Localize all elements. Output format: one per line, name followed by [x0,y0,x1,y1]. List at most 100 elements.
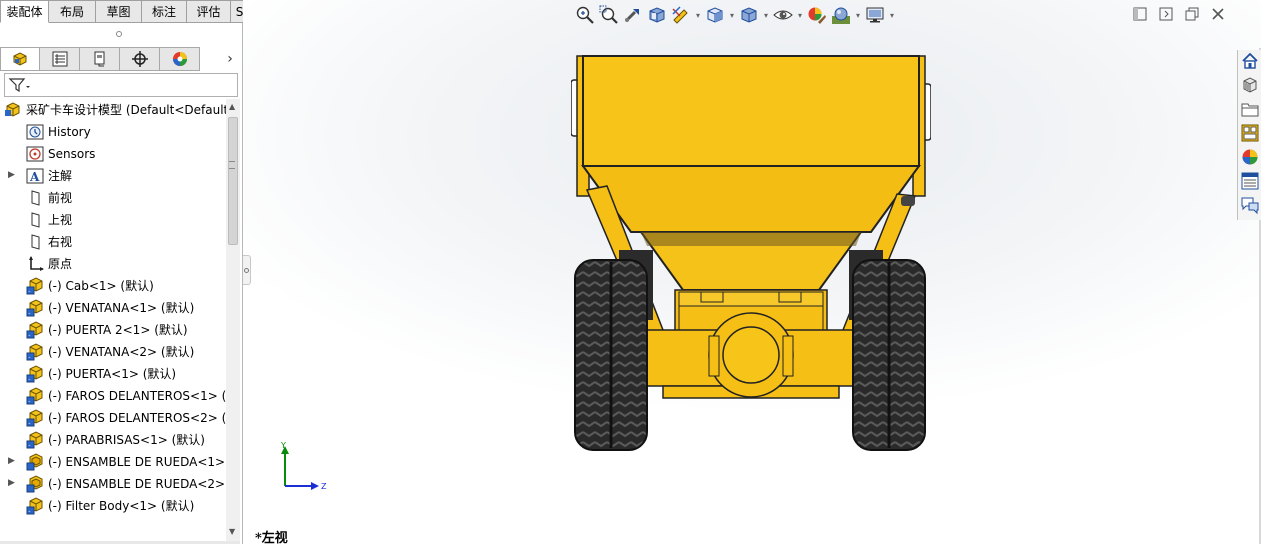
restore-button[interactable] [1179,5,1205,25]
dropdown-arrow-icon[interactable]: ▾ [727,5,737,27]
tree-scrollbar[interactable]: ▲ ▼ [226,99,240,541]
dropdown-arrow-icon[interactable]: ▾ [795,5,805,27]
dropdown-arrow-icon[interactable]: ▾ [887,5,897,27]
panel-collapse-handle[interactable] [243,255,251,285]
restore-left-button[interactable] [1127,5,1153,25]
dropdown-arrow-icon[interactable]: ▾ [853,5,863,27]
view-orientation-button[interactable] [703,5,727,27]
tree-node-6[interactable]: 原点 [0,253,226,275]
zoom-to-area-button[interactable] [597,5,621,27]
file-explorer-tab[interactable] [1240,100,1260,120]
tree-node-9[interactable]: - (-) PUERTA 2<1> (默认) [0,319,226,341]
svg-text:-: - [28,508,30,515]
tree-node-0[interactable]: History [0,121,226,143]
tree-node-10[interactable]: - (-) VENATANA<2> (默认) [0,341,226,363]
tree-node-13[interactable]: - (-) FAROS DELANTEROS<2> (默 [0,407,226,429]
hide-show-button[interactable] [771,5,795,27]
dynamic-annotation-button[interactable] [669,5,693,27]
tree-node-3[interactable]: 前视 [0,187,226,209]
featuremanager-tab[interactable] [0,47,40,71]
command-tab-4[interactable]: 评估 [187,0,231,23]
dimxpert-tab[interactable] [120,47,160,71]
tree-node-label: 上视 [48,213,73,227]
z-arrow [311,482,319,490]
root-icon [4,101,22,119]
tree-node-label: (-) FAROS DELANTEROS<2> (默 [48,411,226,425]
configurationmanager-tab[interactable] [80,47,120,71]
left-panel: › 采矿卡车设计模型 (Default<Default History Sensor… [0,23,243,544]
custom-properties-tab[interactable] [1240,172,1260,192]
tree-node-label: (-) ENSAMBLE DE RUEDA<2> [48,477,226,491]
tree-node-5[interactable]: 右视 [0,231,226,253]
section-view-button[interactable] [645,5,669,27]
panel-grip[interactable] [0,23,243,45]
part-icon: - [26,365,44,383]
view-settings-button[interactable] [863,5,887,27]
featuremanager-icon [13,52,27,66]
svg-text:-: - [28,420,30,427]
tree-node-11[interactable]: - (-) PUERTA<1> (默认) [0,363,226,385]
mining-truck-model[interactable] [571,50,931,455]
file-explorer-icon [1241,100,1259,121]
expand-arrow-icon[interactable]: ▶ [8,456,16,466]
tree-node-8[interactable]: - (-) VENATANA<1> (默认) [0,297,226,319]
diff-flange-left [708,335,720,377]
command-tab-1[interactable]: 布局 [49,0,96,23]
part-icon: - [26,497,44,515]
forum-tab[interactable] [1240,196,1260,216]
zoom-to-fit-button[interactable] [573,5,597,27]
tree-node-label: (-) ENSAMBLE DE RUEDA<1> [48,455,226,469]
tree-node-label: (-) FAROS DELANTEROS<1> (默 [48,389,226,403]
view-orientation-label: *左视 [255,531,288,544]
configurationmanager-icon [94,51,104,67]
forum-icon [1241,196,1259,217]
previous-view-button[interactable] [621,5,645,27]
tree-node-label: History [48,125,91,139]
tree-node-12[interactable]: - (-) FAROS DELANTEROS<1> (默 [0,385,226,407]
tree-node-14[interactable]: - (-) PARABRISAS<1> (默认) [0,429,226,451]
command-tab-2[interactable]: 草图 [96,0,142,23]
origin-icon [26,255,44,273]
tree-node-root[interactable]: 采矿卡车设计模型 (Default<Default [0,99,226,121]
solidworks-window: 装配体布局草图标注评估SOLIDWORKS 插件MBD [0,0,1261,544]
y-axis-label: Y [280,441,286,450]
tree-node-4[interactable]: 上视 [0,209,226,231]
svg-text:-: - [28,376,30,383]
display-manager-tab[interactable] [160,47,200,71]
tree-node-15[interactable]: ▶ (-) ENSAMBLE DE RUEDA<1> [0,451,226,473]
svg-text:-: - [28,288,30,295]
tree-node-16[interactable]: ▶ (-) ENSAMBLE DE RUEDA<2> [0,473,226,495]
restore-icon [1185,7,1199,24]
dropdown-arrow-icon[interactable]: ▾ [693,5,703,27]
home-tab[interactable] [1240,52,1260,72]
apply-scene-button[interactable] [829,5,853,27]
part-icon: - [26,321,44,339]
graphics-area[interactable]: ▾ ▾ ▾ ▾ ▾ ▾ Y Z *左视 [243,0,1261,544]
more-tabs-button[interactable]: › [222,50,238,68]
expand-arrow-icon[interactable]: ▶ [8,478,16,488]
plane-icon [26,189,44,207]
expand-arrow-icon[interactable]: ▶ [8,170,16,180]
tree-node-17[interactable]: - (-) Filter Body<1> (默认) [0,495,226,517]
propertymanager-tab[interactable] [40,47,80,71]
tree-filter[interactable] [4,73,238,97]
display-style-button[interactable] [737,5,761,27]
appearances-tab[interactable] [1240,148,1260,168]
dropdown-arrow-icon[interactable]: ▾ [761,5,771,27]
command-tab-0[interactable]: 装配体 [0,0,49,23]
tree-node-7[interactable]: - (-) Cab<1> (默认) [0,275,226,297]
tree-node-1[interactable]: Sensors [0,143,226,165]
edit-appearance-button[interactable] [805,5,829,27]
scroll-down-arrow[interactable]: ▼ [229,527,235,536]
scroll-thumb[interactable] [228,117,238,245]
scroll-up-arrow[interactable]: ▲ [229,102,235,111]
view-palette-tab[interactable] [1240,124,1260,144]
tree-node-2[interactable]: ▶ A 注解 [0,165,226,187]
task-pane-tabs [1237,50,1261,220]
dump-body [582,55,920,167]
close-button[interactable] [1205,5,1231,25]
command-tab-3[interactable]: 标注 [142,0,187,23]
restore-right-button[interactable] [1153,5,1179,25]
design-library-tab[interactable] [1240,76,1260,96]
z-axis-label: Z [321,482,327,491]
